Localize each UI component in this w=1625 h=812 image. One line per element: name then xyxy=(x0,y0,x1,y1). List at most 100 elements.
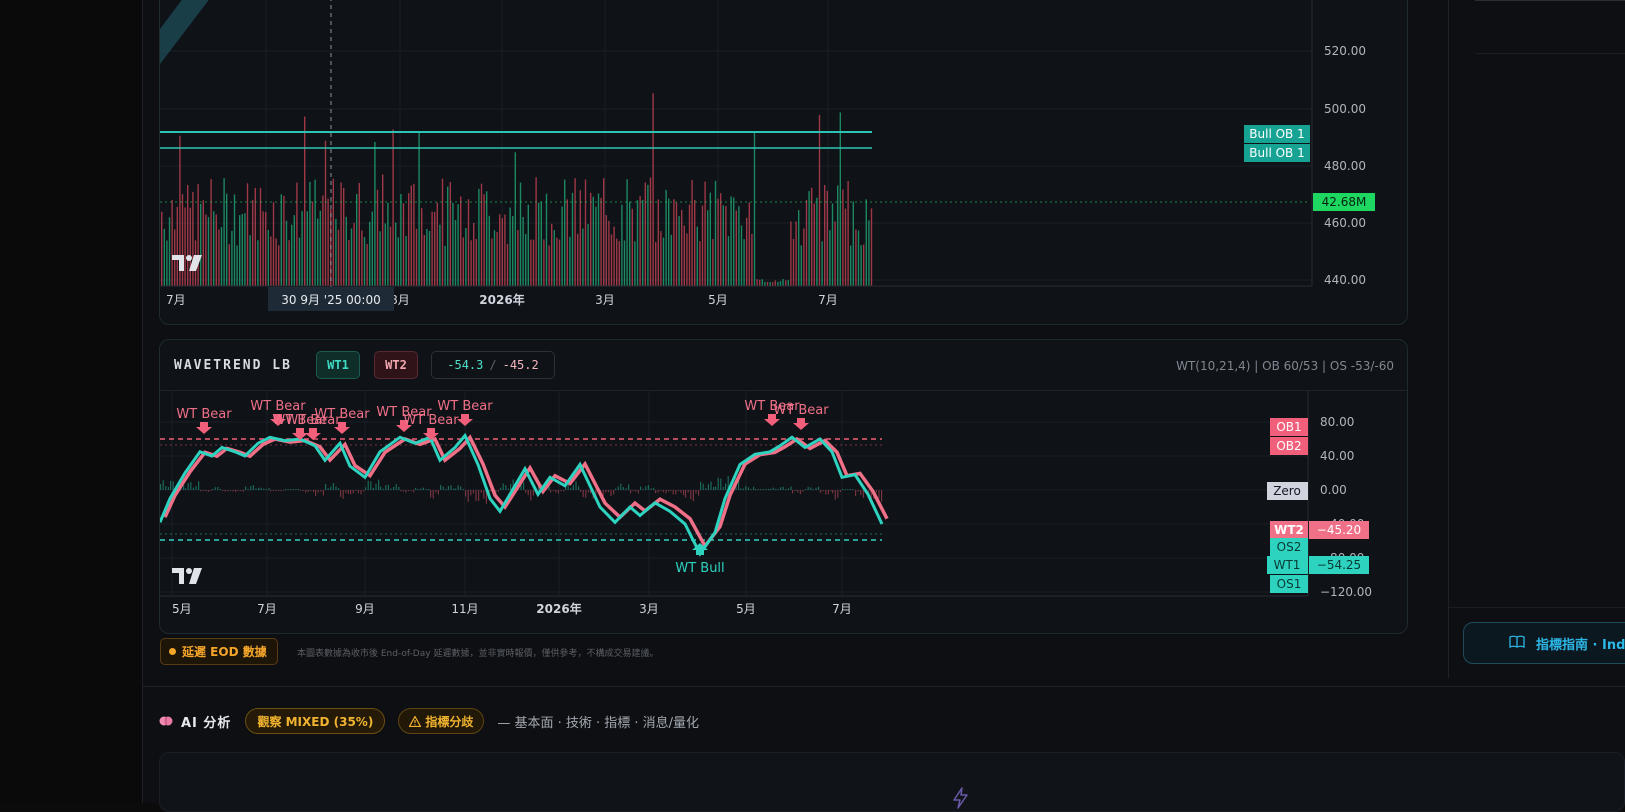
wt-histogram-bar xyxy=(827,490,829,495)
volume-bar xyxy=(540,201,542,286)
volume-bar xyxy=(233,194,236,286)
left-gutter xyxy=(0,0,143,803)
wt-histogram-bar xyxy=(745,485,747,490)
volume-bar xyxy=(423,235,425,286)
volume-bar xyxy=(753,132,756,286)
volume-bar xyxy=(434,211,436,286)
volume-bar xyxy=(587,224,589,286)
volume-bar xyxy=(215,214,217,286)
volume-bar xyxy=(395,222,397,286)
wt-histogram-bar xyxy=(340,490,342,497)
wt-histogram-bar xyxy=(757,489,759,490)
wt-histogram-bar xyxy=(782,486,784,490)
wt-histogram-bar xyxy=(202,490,204,491)
volume-bar xyxy=(246,183,249,286)
volume-bar xyxy=(545,193,548,286)
wt-histogram-bar xyxy=(465,490,467,497)
volume-bar xyxy=(205,214,207,286)
tradingview-logo-icon[interactable] xyxy=(172,568,202,584)
volume-bar xyxy=(766,281,769,286)
wavetrend-chart[interactable]: WT BearWT BearWT BearWT BearWT Bear WT Be… xyxy=(160,391,1408,634)
wt-histogram-bar xyxy=(378,479,380,490)
wt-histogram-bar xyxy=(710,481,712,490)
volume-bar xyxy=(829,230,831,286)
volume-bar xyxy=(161,211,163,286)
wt-histogram-bar xyxy=(637,490,639,494)
volume-bar xyxy=(519,182,522,286)
volume-bar xyxy=(444,245,446,286)
wt-histogram-bar xyxy=(680,490,682,493)
indicator-guide-button[interactable]: 指標指南 · Ind xyxy=(1463,622,1625,664)
wt-time-label: 5月 xyxy=(736,602,756,616)
wt-histogram-bar xyxy=(695,490,697,494)
volume-bar xyxy=(241,214,243,286)
wt-histogram-bar xyxy=(862,490,864,498)
wt-histogram-bar xyxy=(224,490,226,492)
wavetrend-panel[interactable]: WAVETREND LB WT1 WT2 -54.3 / -45.2 WT(10… xyxy=(159,339,1408,634)
wt-histogram-bar xyxy=(467,490,469,502)
volume-bar xyxy=(314,179,316,286)
volume-bar xyxy=(571,192,574,286)
volume-bar xyxy=(865,199,867,286)
volume-bar xyxy=(613,226,615,286)
values-separator: / xyxy=(489,358,497,372)
wt-histogram-bar xyxy=(617,486,619,490)
wt2-toggle-chip[interactable]: WT2 xyxy=(374,351,418,379)
volume-bar xyxy=(311,201,314,286)
wt-histogram-bar xyxy=(435,490,437,493)
wt-histogram-bar xyxy=(198,481,200,490)
wt-histogram-bar xyxy=(560,490,562,492)
wt-histogram-bar xyxy=(395,484,397,490)
wt-histogram-bar xyxy=(472,490,474,494)
volume-bar xyxy=(785,280,787,286)
volume-bar xyxy=(213,211,215,286)
wt-histogram-bar xyxy=(685,490,687,498)
wt-histogram-bar xyxy=(372,487,374,490)
wt-histogram-bar xyxy=(335,486,337,490)
price-chart[interactable]: 520.00500.00480.00460.00440.00 7月 8月 2026年… xyxy=(160,0,1408,325)
wt-histogram-bar xyxy=(227,490,229,492)
wt-histogram-bar xyxy=(232,490,234,492)
wt-histogram-bar xyxy=(265,489,267,490)
volume-bar xyxy=(207,217,210,286)
wt-histogram-bar xyxy=(437,490,439,495)
right-sidebar: 指標指南 · Ind xyxy=(1448,0,1625,678)
volume-bar xyxy=(166,240,168,286)
wt1-toggle-chip[interactable]: WT1 xyxy=(316,351,360,379)
volume-bar xyxy=(553,230,555,286)
wt-histogram-bar xyxy=(799,490,801,495)
wt-histogram-bar xyxy=(702,483,704,490)
divergence-badge[interactable]: 指標分歧 xyxy=(398,708,485,734)
wt-histogram-bar xyxy=(832,490,834,494)
volume-bar xyxy=(870,208,873,286)
volume-bar xyxy=(486,191,488,286)
wt-histogram-bar xyxy=(270,490,272,492)
wt1-current-value: -54.3 xyxy=(447,358,484,372)
wt-histogram-bar xyxy=(400,490,402,491)
mixed-verdict-badge[interactable]: 觀察 MIXED (35%) xyxy=(245,708,386,734)
volume-bar xyxy=(634,241,636,286)
volume-bar xyxy=(431,211,433,286)
wt-histogram-bar xyxy=(780,487,782,490)
wt-histogram-bar xyxy=(563,490,565,492)
volume-bar xyxy=(764,281,766,286)
wt-histogram-bar xyxy=(375,483,377,490)
volume-bar xyxy=(616,238,618,286)
wt-histogram-bar xyxy=(852,489,854,490)
price-chart-panel[interactable]: 520.00 500.00 480.00 460.00 440.00 7月 8月 2026年… xyxy=(159,0,1408,325)
volume-bar xyxy=(782,279,784,286)
wt-histogram-bar xyxy=(630,490,632,494)
volume-bar xyxy=(727,236,730,286)
wt-histogram-bar xyxy=(167,487,169,490)
volume-bar xyxy=(566,199,568,286)
volume-bar xyxy=(514,152,516,286)
volume-bar xyxy=(730,196,732,286)
volume-bar xyxy=(392,129,394,286)
wt-bull-signal-label: WT Bull xyxy=(675,561,724,576)
wt-histogram-bar xyxy=(287,489,289,490)
volume-bar xyxy=(610,234,613,286)
wt-histogram-bar xyxy=(837,490,839,498)
volume-bar xyxy=(439,224,441,286)
wt-histogram-bar xyxy=(822,490,824,492)
volume-bar xyxy=(608,220,610,286)
